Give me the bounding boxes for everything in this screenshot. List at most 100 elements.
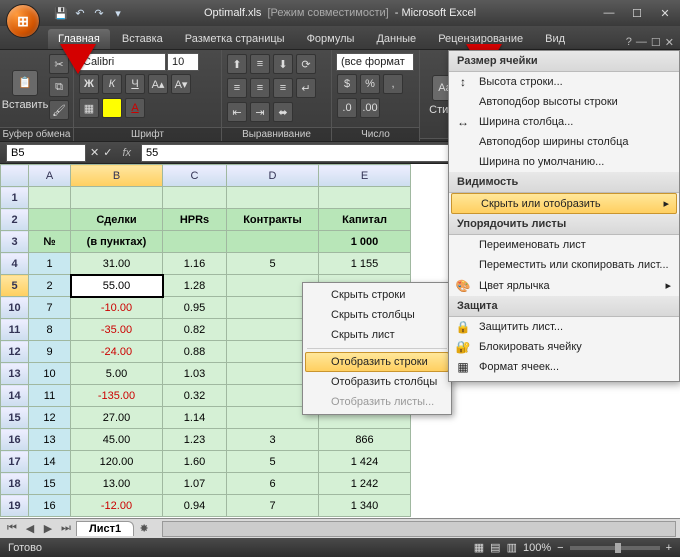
font-size-select[interactable]: 10 xyxy=(167,53,199,71)
comma-icon[interactable]: , xyxy=(383,74,403,94)
cell[interactable]: 0.82 xyxy=(163,319,227,341)
menu-row-height[interactable]: ↕Высота строки... xyxy=(449,72,679,92)
fill-color-button[interactable] xyxy=(102,98,122,118)
qat-more-icon[interactable]: ▾ xyxy=(109,4,127,22)
row-header[interactable]: 3 xyxy=(1,231,29,253)
menu-lock-cell[interactable]: 🔐Блокировать ячейку xyxy=(449,337,679,357)
cell[interactable]: 15 xyxy=(29,473,71,495)
col-header[interactable]: A xyxy=(29,165,71,187)
zoom-slider[interactable] xyxy=(570,546,660,550)
align-right-icon[interactable]: ≡ xyxy=(273,78,293,98)
cell[interactable]: 45.00 xyxy=(71,429,163,451)
copy-icon[interactable]: ⧉ xyxy=(49,77,69,97)
cell[interactable]: 1 000 xyxy=(319,231,411,253)
cell[interactable]: 0.95 xyxy=(163,297,227,319)
cell[interactable]: 0.88 xyxy=(163,341,227,363)
menu-protect-sheet[interactable]: 🔒Защитить лист... xyxy=(449,317,679,337)
underline-button[interactable]: Ч xyxy=(125,74,145,94)
view-layout-icon[interactable]: ▤ xyxy=(490,541,500,554)
cell[interactable]: Капитал xyxy=(319,209,411,231)
cell[interactable]: 3 xyxy=(227,429,319,451)
border-button[interactable]: ▦ xyxy=(79,98,99,118)
row-header[interactable]: 11 xyxy=(1,319,29,341)
menu-hide-cols[interactable]: Скрыть столбцы xyxy=(305,305,449,325)
align-bottom-icon[interactable]: ⬇ xyxy=(273,54,293,74)
menu-hide-rows[interactable]: Скрыть строки xyxy=(305,285,449,305)
maximize-button[interactable]: ☐ xyxy=(626,5,648,21)
increase-indent-icon[interactable]: ⇥ xyxy=(250,102,270,122)
cell[interactable]: 1 242 xyxy=(319,473,411,495)
undo-icon[interactable]: ↶ xyxy=(71,4,89,22)
col-header[interactable]: D xyxy=(227,165,319,187)
cell[interactable]: 0.94 xyxy=(163,495,227,517)
menu-move-copy-sheet[interactable]: Переместить или скопировать лист... xyxy=(449,255,679,275)
cell[interactable]: 1.23 xyxy=(163,429,227,451)
menu-format-cells[interactable]: ▦Формат ячеек... xyxy=(449,357,679,377)
row-header[interactable]: 4 xyxy=(1,253,29,275)
cell[interactable]: 27.00 xyxy=(71,407,163,429)
mdi-close[interactable]: ✕ xyxy=(665,36,674,49)
orientation-icon[interactable]: ⟳ xyxy=(296,54,316,74)
row-header[interactable]: 2 xyxy=(1,209,29,231)
row-header[interactable]: 12 xyxy=(1,341,29,363)
select-all-corner[interactable] xyxy=(1,165,29,187)
first-sheet-icon[interactable]: ⏮ xyxy=(4,521,20,537)
bold-button[interactable]: Ж xyxy=(79,74,99,94)
menu-hide-unhide[interactable]: Скрыть или отобразить▸ xyxy=(451,193,677,214)
zoom-in-icon[interactable]: + xyxy=(666,542,672,554)
decrease-indent-icon[interactable]: ⇤ xyxy=(227,102,247,122)
number-format-select[interactable]: (все формат xyxy=(336,53,414,71)
percent-icon[interactable]: % xyxy=(360,74,380,94)
zoom-out-icon[interactable]: − xyxy=(557,542,563,554)
format-painter-icon[interactable]: 🖌 xyxy=(49,100,69,120)
new-sheet-icon[interactable]: ✸ xyxy=(136,521,152,537)
col-header[interactable]: E xyxy=(319,165,411,187)
row-header[interactable]: 5 xyxy=(1,275,29,297)
menu-autofit-row[interactable]: Автоподбор высоты строки xyxy=(449,92,679,112)
cell[interactable]: 13 xyxy=(29,429,71,451)
cell[interactable]: 8 xyxy=(29,319,71,341)
cell[interactable]: 16 xyxy=(29,495,71,517)
cell[interactable]: Сделки xyxy=(71,209,163,231)
cell[interactable]: 5 xyxy=(227,451,319,473)
italic-button[interactable]: К xyxy=(102,74,122,94)
row-header[interactable]: 10 xyxy=(1,297,29,319)
menu-tab-color[interactable]: 🎨Цвет ярлычка▸ xyxy=(449,275,679,296)
cell[interactable]: 6 xyxy=(227,473,319,495)
tab-formulas[interactable]: Формулы xyxy=(297,29,365,49)
grow-font-icon[interactable]: A▴ xyxy=(148,74,168,94)
tab-layout[interactable]: Разметка страницы xyxy=(175,29,295,49)
menu-unhide-cols[interactable]: Отобразить столбцы xyxy=(305,372,449,392)
row-header[interactable]: 1 xyxy=(1,187,29,209)
row-header[interactable]: 16 xyxy=(1,429,29,451)
cell[interactable]: 13.00 xyxy=(71,473,163,495)
cell[interactable]: № xyxy=(29,231,71,253)
decrease-decimal-icon[interactable]: .00 xyxy=(360,98,380,118)
row-header[interactable]: 17 xyxy=(1,451,29,473)
cell[interactable]: -10.00 xyxy=(71,297,163,319)
cell[interactable]: 1.28 xyxy=(163,275,227,297)
align-top-icon[interactable]: ⬆ xyxy=(227,54,247,74)
cell[interactable]: 1 424 xyxy=(319,451,411,473)
cell[interactable]: 1.60 xyxy=(163,451,227,473)
cell[interactable]: 14 xyxy=(29,451,71,473)
tab-data[interactable]: Данные xyxy=(366,29,426,49)
menu-col-width[interactable]: ↔Ширина столбца... xyxy=(449,112,679,132)
paste-button[interactable]: 📋 Вставить xyxy=(4,53,46,127)
increase-decimal-icon[interactable]: .0 xyxy=(337,98,357,118)
menu-autofit-col[interactable]: Автоподбор ширины столбца xyxy=(449,132,679,152)
cell[interactable]: 9 xyxy=(29,341,71,363)
currency-icon[interactable]: $ xyxy=(337,74,357,94)
wrap-text-icon[interactable]: ↵ xyxy=(296,78,316,98)
cell[interactable]: 10 xyxy=(29,363,71,385)
font-color-button[interactable]: A xyxy=(125,98,145,118)
align-middle-icon[interactable]: ≡ xyxy=(250,54,270,74)
last-sheet-icon[interactable]: ⏭ xyxy=(58,521,74,537)
name-box[interactable]: B5 xyxy=(6,144,86,162)
menu-unhide-rows[interactable]: Отобразить строки xyxy=(305,352,449,372)
cell[interactable]: 1 340 xyxy=(319,495,411,517)
row-header[interactable]: 19 xyxy=(1,495,29,517)
minimize-button[interactable]: — xyxy=(598,5,620,21)
cell[interactable]: 866 xyxy=(319,429,411,451)
cell[interactable]: 5 xyxy=(227,253,319,275)
